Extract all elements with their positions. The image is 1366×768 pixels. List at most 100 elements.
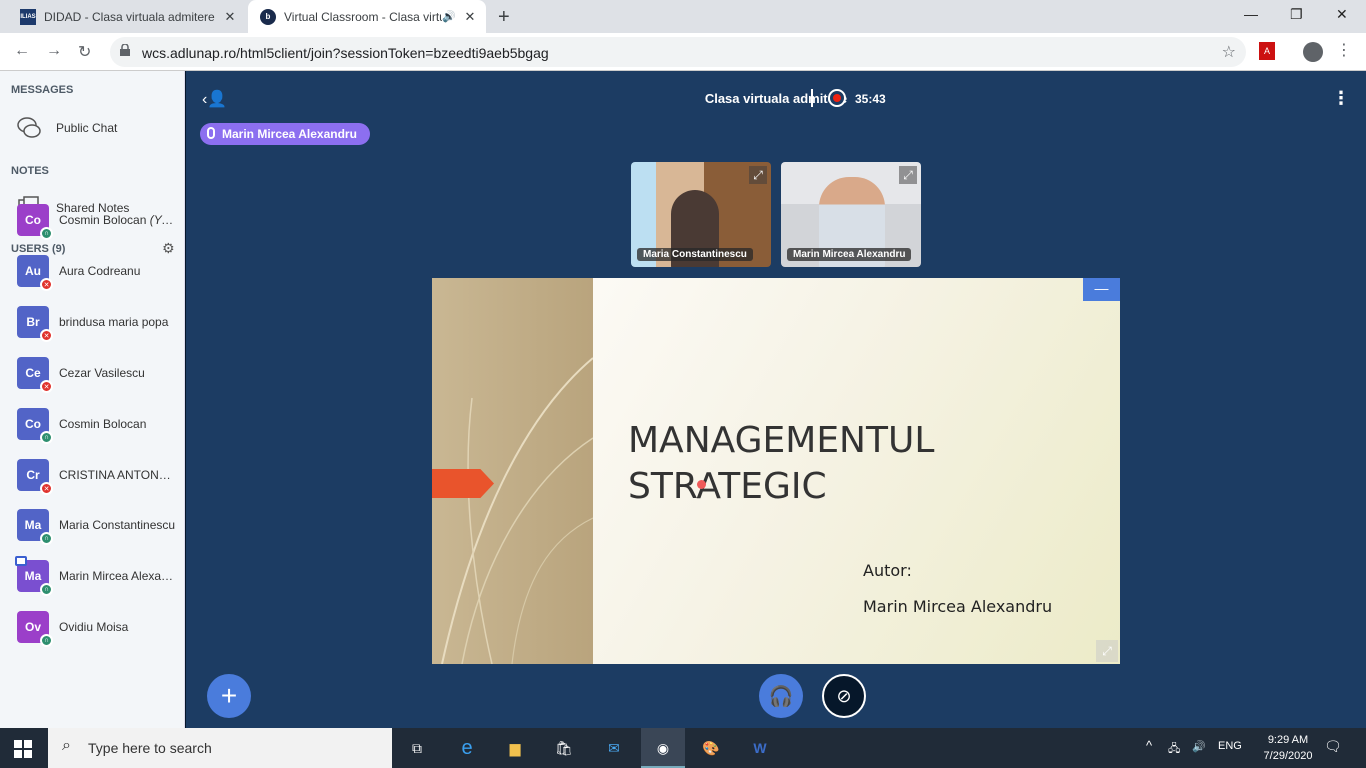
avatar-initials: Co — [25, 417, 41, 431]
avatar: Ov ∩ — [17, 611, 53, 647]
user-list-item[interactable]: Au ✕ Aura Codreanu — [17, 254, 177, 291]
restore-window-icon[interactable]: ❐ — [1290, 6, 1303, 23]
video-maria-constantinescu[interactable]: ⤢ Maria Constantinescu — [631, 162, 771, 267]
clock-time: 9:29 AM — [1267, 734, 1309, 746]
listen-only-icon: ∩ — [40, 227, 53, 240]
user-name-text: Aura Codreanu — [59, 264, 141, 278]
profile-icon[interactable] — [1303, 42, 1323, 62]
user-name: Cosmin Bolocan (You) — [59, 213, 177, 227]
bigbluebutton-favicon-icon: b — [260, 8, 276, 25]
audio-headphones-button[interactable]: 🎧 — [759, 674, 803, 718]
notifications-icon[interactable]: 🗨 — [1324, 738, 1342, 755]
avatar-initials: Ce — [25, 366, 41, 380]
avatar: Co ∩ — [17, 204, 53, 240]
user-list-item[interactable]: Co ∩ Cosmin Bolocan — [17, 407, 177, 444]
paint-icon[interactable]: 🎨 — [699, 736, 723, 760]
muted-mic-icon: ✕ — [40, 482, 53, 495]
listen-only-icon: ∩ — [40, 583, 53, 596]
options-menu-icon[interactable]: ⋮ — [1332, 88, 1350, 109]
avatar-initials: Au — [25, 264, 41, 278]
user-name: Aura Codreanu — [59, 264, 177, 278]
windows-taskbar: ⌕ Type here to search ⧉ e ▆ 🛍 ✉ ◉ 🎨 W ^ … — [0, 728, 1366, 768]
user-name-text: Cosmin Bolocan — [59, 213, 147, 227]
address-bar[interactable]: wcs.adlunap.ro/html5client/join?sessionT… — [110, 37, 1246, 67]
avatar-initials: Br — [26, 315, 40, 329]
presenter-icon — [15, 556, 27, 566]
task-view-icon[interactable]: ⧉ — [405, 736, 429, 760]
tab-title: DIDAD - Clasa virtuala admitere — [44, 9, 215, 24]
record-icon[interactable] — [828, 89, 846, 107]
user-name: Cosmin Bolocan — [59, 417, 177, 431]
user-name: CRISTINA ANTONOAIE — [59, 468, 177, 482]
public-chat-item[interactable]: Public Chat — [16, 115, 117, 141]
author-name: Marin Mircea Alexandru — [863, 597, 1053, 616]
avatar: Au ✕ — [17, 255, 53, 291]
minimize-window-icon[interactable]: — — [1244, 6, 1258, 22]
avatar: Ma ∩ — [15, 556, 53, 596]
fullscreen-icon[interactable]: ⤢ — [749, 166, 767, 184]
back-icon[interactable]: ← — [14, 42, 30, 60]
title-divider — [811, 89, 813, 107]
chrome-icon[interactable]: ◉ — [651, 736, 675, 760]
user-list-item[interactable]: Co ∩ Cosmin Bolocan (You) — [17, 203, 177, 240]
share-webcam-button[interactable]: ⊘ — [822, 674, 866, 718]
language-indicator[interactable]: ENG — [1218, 740, 1242, 752]
video-label: Maria Constantinescu — [637, 248, 753, 261]
forward-icon[interactable]: → — [46, 42, 62, 60]
tray-chevron-icon[interactable]: ^ — [1146, 738, 1152, 753]
muted-mic-icon: ✕ — [40, 329, 53, 342]
listen-only-icon: ∩ — [40, 431, 53, 444]
store-icon[interactable]: 🛍 — [552, 736, 576, 760]
taskbar-clock[interactable]: 9:29 AM 7/29/2020 — [1258, 732, 1318, 764]
network-icon[interactable]: 🖧 — [1168, 740, 1180, 759]
user-list-item[interactable]: Ov ∩ Ovidiu Moisa — [17, 610, 177, 647]
close-tab-icon[interactable]: ✕ — [460, 9, 480, 25]
taskbar-search[interactable]: ⌕ Type here to search — [48, 728, 392, 768]
chat-icon — [17, 117, 41, 138]
avatar-initials: Ma — [24, 569, 42, 583]
user-list-item[interactable]: Br ✕ brindusa maria popa — [17, 305, 177, 342]
speaker-icon[interactable]: 🔊 — [442, 10, 456, 23]
edge-icon[interactable]: e — [455, 736, 479, 760]
tab-didad[interactable]: ILIAS DIDAD - Clasa virtuala admitere ✕ — [8, 0, 246, 33]
user-name-text: Ovidiu Moisa — [59, 620, 129, 634]
minimize-presentation-button[interactable]: — — [1083, 278, 1120, 301]
ilias-favicon-icon: ILIAS — [20, 8, 36, 25]
user-name-text: Marin Mircea Alexan… — [59, 569, 177, 583]
messages-header: MESSAGES — [11, 84, 74, 96]
lock-icon — [120, 44, 130, 56]
volume-icon[interactable]: 🔊 — [1192, 740, 1206, 753]
pdf-extension-icon[interactable]: A — [1259, 42, 1275, 60]
user-list-item[interactable]: Ce ✕ Cezar Vasilescu — [17, 356, 177, 393]
video-marin-mircea-alexandru[interactable]: ⤢ Marin Mircea Alexandru — [781, 162, 921, 267]
close-tab-icon[interactable]: ✕ — [220, 9, 240, 25]
user-list-item[interactable]: Ma ∩ Marin Mircea Alexan… — [15, 556, 177, 596]
notes-header: NOTES — [11, 165, 49, 177]
microphone-icon — [207, 127, 215, 139]
avatar: Co ∩ — [17, 408, 53, 444]
fullscreen-presentation-icon[interactable]: ⤢ — [1096, 640, 1118, 662]
new-tab-icon[interactable]: + — [498, 6, 510, 29]
actions-plus-button[interactable]: + — [207, 674, 251, 718]
mail-icon[interactable]: ✉ — [602, 736, 626, 760]
bookmark-star-icon[interactable]: ☆ — [1222, 42, 1236, 62]
close-window-icon[interactable]: ✕ — [1336, 6, 1348, 23]
recording-time: 35:43 — [855, 92, 886, 106]
talking-indicator[interactable]: Marin Mircea Alexandru — [200, 123, 370, 145]
user-list-item[interactable]: Ma ∩ Maria Constantinescu — [17, 508, 177, 545]
windows-start-icon[interactable] — [14, 740, 32, 758]
user-list-item[interactable]: Cr ✕ CRISTINA ANTONOAIE — [17, 458, 177, 495]
url-text: wcs.adlunap.ro/html5client/join?sessionT… — [142, 45, 549, 61]
user-name: Maria Constantinescu — [59, 518, 177, 532]
you-suffix: (You) — [149, 213, 177, 227]
browser-menu-icon[interactable]: ⋮ — [1336, 40, 1352, 60]
slide-title: MANAGEMENTUL STRATEGIC — [628, 420, 935, 507]
user-name: brindusa maria popa — [59, 315, 177, 329]
file-explorer-icon[interactable]: ▆ — [503, 736, 527, 760]
user-name-text: Maria Constantinescu — [59, 518, 176, 532]
fullscreen-icon[interactable]: ⤢ — [899, 166, 917, 184]
word-icon[interactable]: W — [748, 736, 772, 760]
browser-toolbar: ← → ↻ wcs.adlunap.ro/html5client/join?se… — [0, 33, 1366, 71]
reload-icon[interactable]: ↻ — [78, 42, 91, 62]
tab-virtual-classroom[interactable]: b Virtual Classroom - Clasa virtu 🔊 ✕ — [248, 0, 486, 33]
